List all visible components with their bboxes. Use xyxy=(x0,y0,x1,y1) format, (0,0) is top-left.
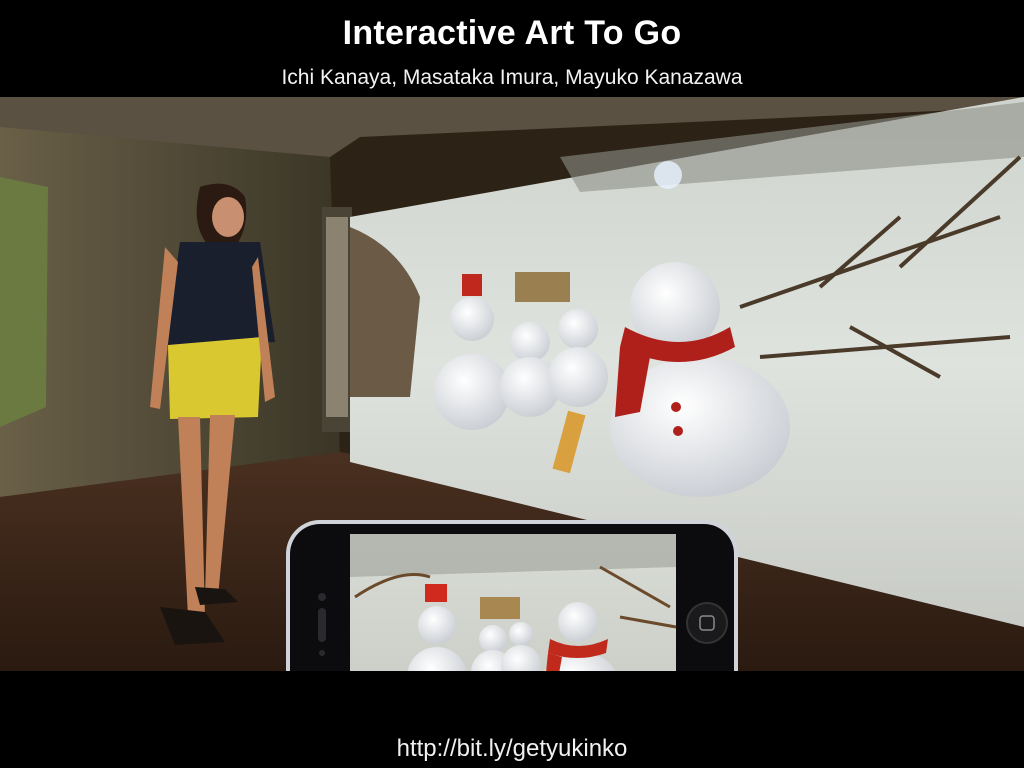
phone-mockup xyxy=(286,520,738,671)
slide-authors: Ichi Kanaya, Masataka Imura, Mayuko Kana… xyxy=(281,66,743,89)
slide-url[interactable]: http://bit.ly/getyukinko xyxy=(0,735,1024,763)
gallery-photo xyxy=(0,97,1024,671)
slide-title: Interactive Art To Go xyxy=(342,14,682,52)
